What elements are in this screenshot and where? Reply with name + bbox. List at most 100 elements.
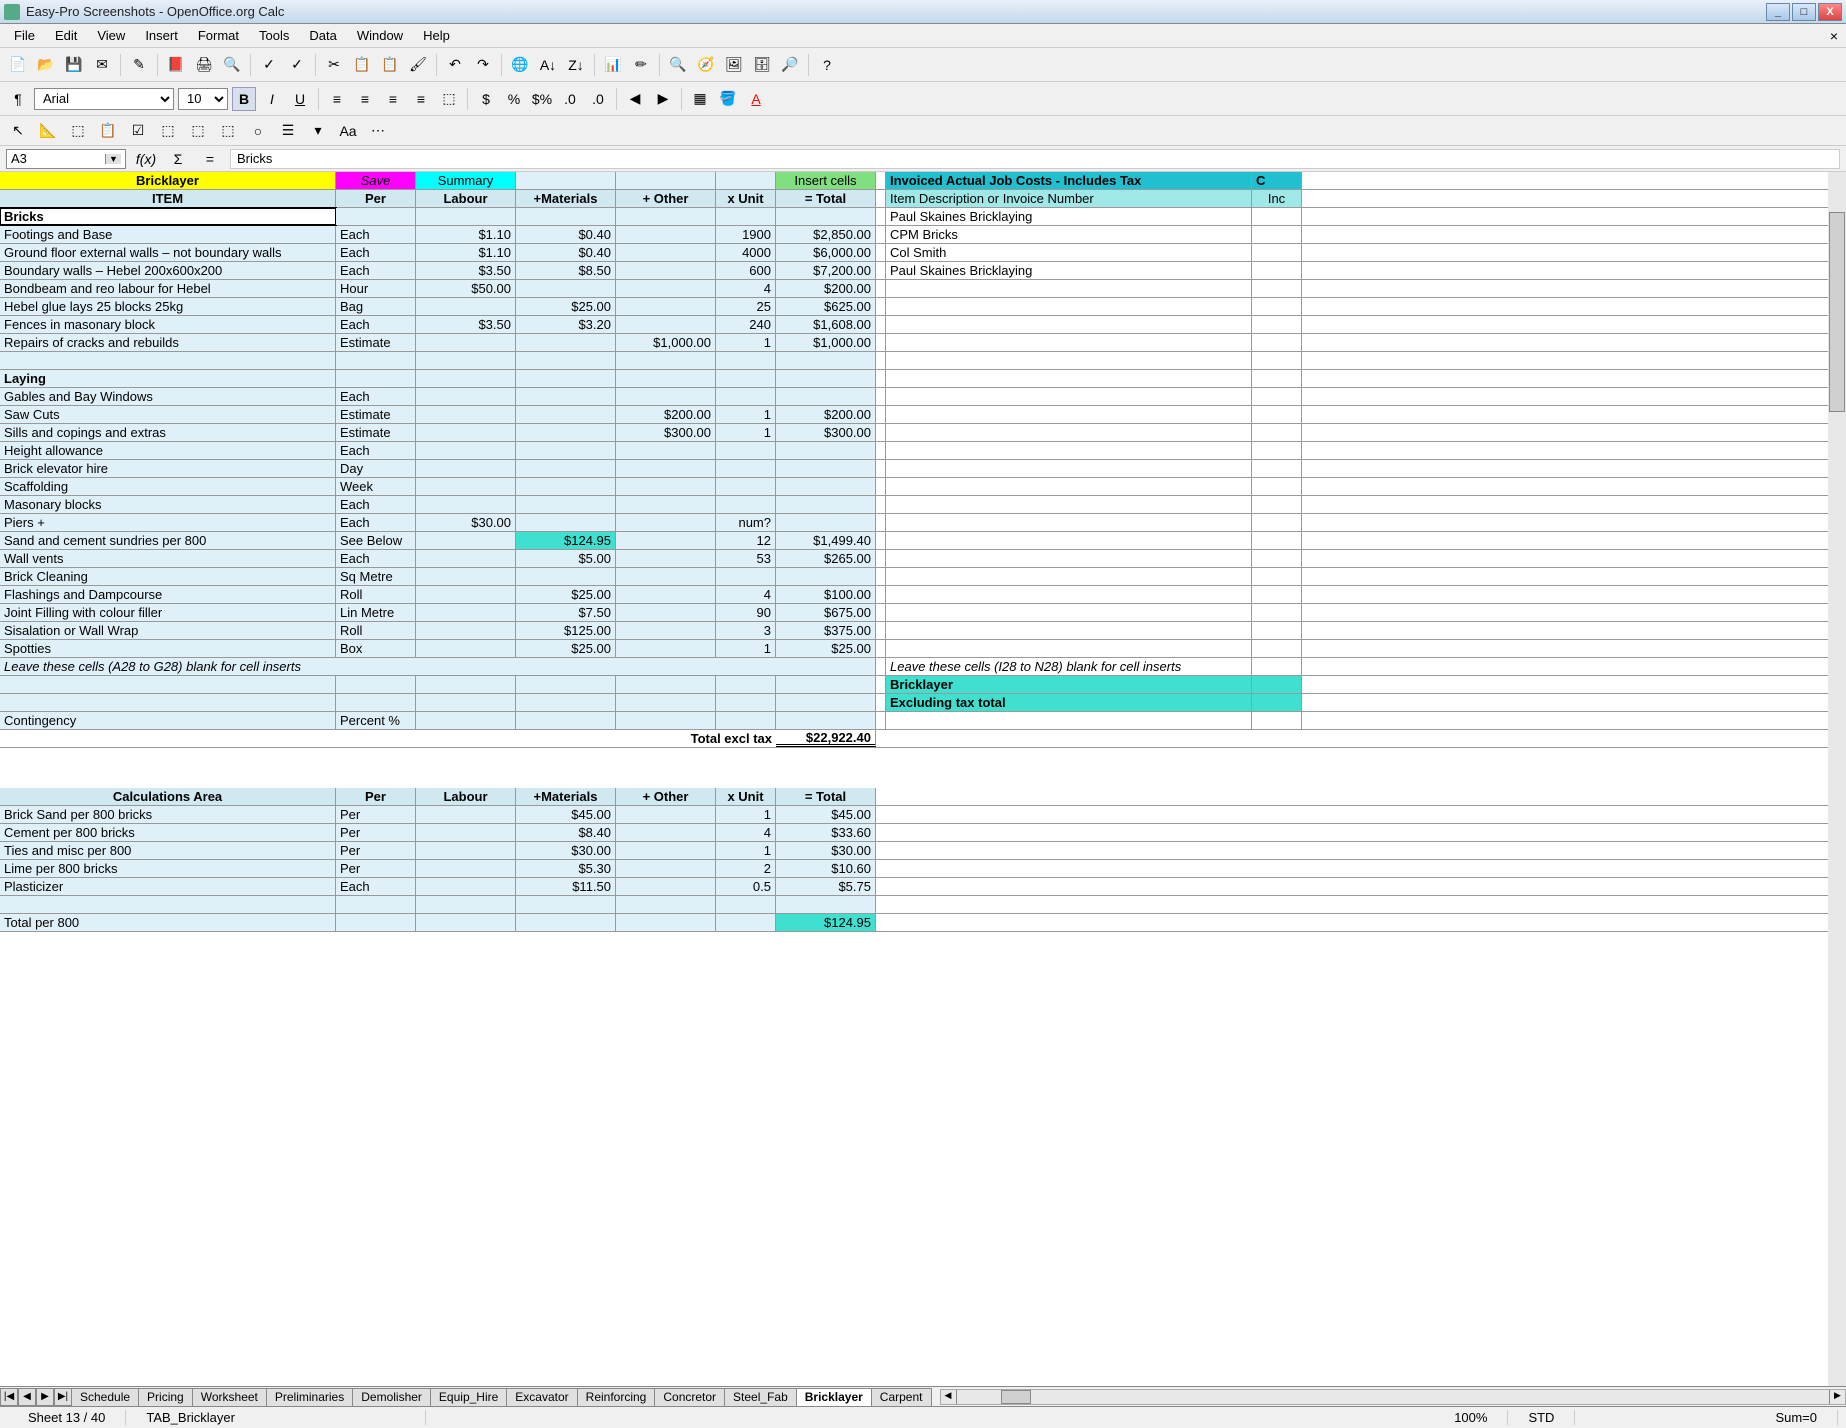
justify-icon[interactable]: ≡ [409, 87, 433, 111]
sheet-tab-equip_hire[interactable]: Equip_Hire [430, 1388, 507, 1406]
insert-cells-button[interactable]: Insert cells [776, 172, 876, 189]
sheet-tab-bricklayer[interactable]: Bricklayer [796, 1388, 872, 1406]
increase-indent-icon[interactable]: ▶ [651, 87, 675, 111]
background-color-icon[interactable]: 🪣 [716, 87, 740, 111]
menu-window[interactable]: Window [347, 26, 413, 45]
scroll-right-icon[interactable]: ▶ [1829, 1390, 1845, 1404]
currency-icon[interactable]: $ [474, 87, 498, 111]
autospell-icon[interactable]: ✓ [285, 53, 309, 77]
menu-insert[interactable]: Insert [135, 26, 188, 45]
pushbutton-icon[interactable]: ⬚ [216, 119, 240, 143]
sheet-tab-pricing[interactable]: Pricing [138, 1388, 193, 1406]
menu-file[interactable]: File [4, 26, 45, 45]
menu-help[interactable]: Help [413, 26, 460, 45]
align-left-icon[interactable]: ≡ [325, 87, 349, 111]
formatted-field-icon[interactable]: ⬚ [186, 119, 210, 143]
textbox-icon[interactable]: ⬚ [156, 119, 180, 143]
percent-icon[interactable]: % [502, 87, 526, 111]
minimize-button[interactable]: _ [1766, 3, 1790, 21]
font-size-select[interactable]: 10 [178, 88, 228, 110]
standard-format-icon[interactable]: $% [530, 87, 554, 111]
more-controls-icon[interactable]: ⋯ [366, 119, 390, 143]
draw-icon[interactable]: ✏ [629, 53, 653, 77]
align-right-icon[interactable]: ≡ [381, 87, 405, 111]
font-color-icon[interactable]: A [744, 87, 768, 111]
last-sheet-icon[interactable]: ▶| [54, 1388, 72, 1406]
name-box[interactable]: A3 ▼ [6, 149, 126, 169]
zoom-status[interactable]: 100% [1434, 1410, 1508, 1425]
navigator-icon[interactable]: 🧭 [694, 53, 718, 77]
paste-icon[interactable]: 📋 [378, 53, 402, 77]
format-paint-icon[interactable]: 🖌 [406, 53, 430, 77]
control-icon[interactable]: ⬚ [66, 119, 90, 143]
option-button-icon[interactable]: ○ [246, 119, 270, 143]
merge-icon[interactable]: ⬚ [437, 87, 461, 111]
sheet-tab-carpent[interactable]: Carpent [871, 1388, 932, 1406]
copy-icon[interactable]: 📋 [350, 53, 374, 77]
menu-tools[interactable]: Tools [249, 26, 299, 45]
design-mode-icon[interactable]: 📐 [36, 119, 60, 143]
horizontal-scrollbar[interactable]: ◀ ▶ [940, 1389, 1846, 1405]
add-decimal-icon[interactable]: .0 [558, 87, 582, 111]
hyperlink-icon[interactable]: 🌐 [508, 53, 532, 77]
italic-button[interactable]: I [260, 87, 284, 111]
print-icon[interactable]: 🖨 [192, 53, 216, 77]
sheet-tab-preliminaries[interactable]: Preliminaries [266, 1388, 353, 1406]
undo-icon[interactable]: ↶ [443, 53, 467, 77]
email-icon[interactable]: ✉ [90, 53, 114, 77]
form-icon[interactable]: 📋 [96, 119, 120, 143]
save-button[interactable]: Save [336, 172, 416, 189]
combobox-icon[interactable]: ▾ [306, 119, 330, 143]
first-sheet-icon[interactable]: |◀ [0, 1388, 18, 1406]
spreadsheet-grid[interactable]: Bricklayer Save Summary Insert cells Inv… [0, 172, 1846, 1386]
menu-format[interactable]: Format [188, 26, 249, 45]
scroll-thumb[interactable] [1829, 212, 1845, 412]
menu-data[interactable]: Data [299, 26, 346, 45]
document-close-icon[interactable]: × [1826, 28, 1842, 44]
pdf-icon[interactable]: 📕 [164, 53, 188, 77]
name-box-dropdown-icon[interactable]: ▼ [105, 154, 121, 164]
select-icon[interactable]: ↖ [6, 119, 30, 143]
spellcheck-icon[interactable]: ✓ [257, 53, 281, 77]
sum-status[interactable]: Sum=0 [1755, 1410, 1838, 1425]
zoom-icon[interactable]: 🔎 [778, 53, 802, 77]
selected-cell[interactable]: Bricks [0, 208, 336, 225]
listbox-icon[interactable]: ☰ [276, 119, 300, 143]
bold-button[interactable]: B [232, 87, 256, 111]
invoiced-header[interactable]: Invoiced Actual Job Costs - Includes Tax [886, 172, 1252, 189]
underline-button[interactable]: U [288, 87, 312, 111]
sheet-tab-excavator[interactable]: Excavator [506, 1388, 577, 1406]
find-icon[interactable]: 🔍 [666, 53, 690, 77]
chart-icon[interactable]: 📊 [601, 53, 625, 77]
redo-icon[interactable]: ↷ [471, 53, 495, 77]
menu-edit[interactable]: Edit [45, 26, 87, 45]
formula-input[interactable]: Bricks [230, 149, 1840, 169]
sheet-tab-reinforcing[interactable]: Reinforcing [577, 1388, 656, 1406]
sheet-tab-schedule[interactable]: Schedule [71, 1388, 139, 1406]
save-icon[interactable]: 💾 [62, 53, 86, 77]
summary-button[interactable]: Summary [416, 172, 516, 189]
close-button[interactable]: X [1818, 3, 1842, 21]
mode-status[interactable]: STD [1508, 1410, 1575, 1425]
borders-icon[interactable]: ▦ [688, 87, 712, 111]
align-center-icon[interactable]: ≡ [353, 87, 377, 111]
hscroll-thumb[interactable] [1001, 1390, 1031, 1404]
sheet-tab-demolisher[interactable]: Demolisher [352, 1388, 431, 1406]
font-name-select[interactable]: Arial [34, 88, 174, 110]
function-wizard-icon[interactable]: f(x) [134, 147, 158, 171]
prev-sheet-icon[interactable]: ◀ [18, 1388, 36, 1406]
new-icon[interactable]: 📄 [6, 53, 30, 77]
gallery-icon[interactable]: 🖼 [722, 53, 746, 77]
vertical-scrollbar[interactable] [1828, 172, 1846, 1386]
help-icon[interactable]: ? [815, 53, 839, 77]
styles-icon[interactable]: ¶ [6, 87, 30, 111]
checkbox-icon[interactable]: ☑ [126, 119, 150, 143]
edit-icon[interactable]: ✎ [127, 53, 151, 77]
open-icon[interactable]: 📂 [34, 53, 58, 77]
sum-icon[interactable]: Σ [166, 147, 190, 171]
menu-view[interactable]: View [87, 26, 135, 45]
scroll-left-icon[interactable]: ◀ [941, 1390, 957, 1404]
sheet-tab-worksheet[interactable]: Worksheet [192, 1388, 267, 1406]
cut-icon[interactable]: ✂ [322, 53, 346, 77]
sheet-tab-concretor[interactable]: Concretor [654, 1388, 725, 1406]
